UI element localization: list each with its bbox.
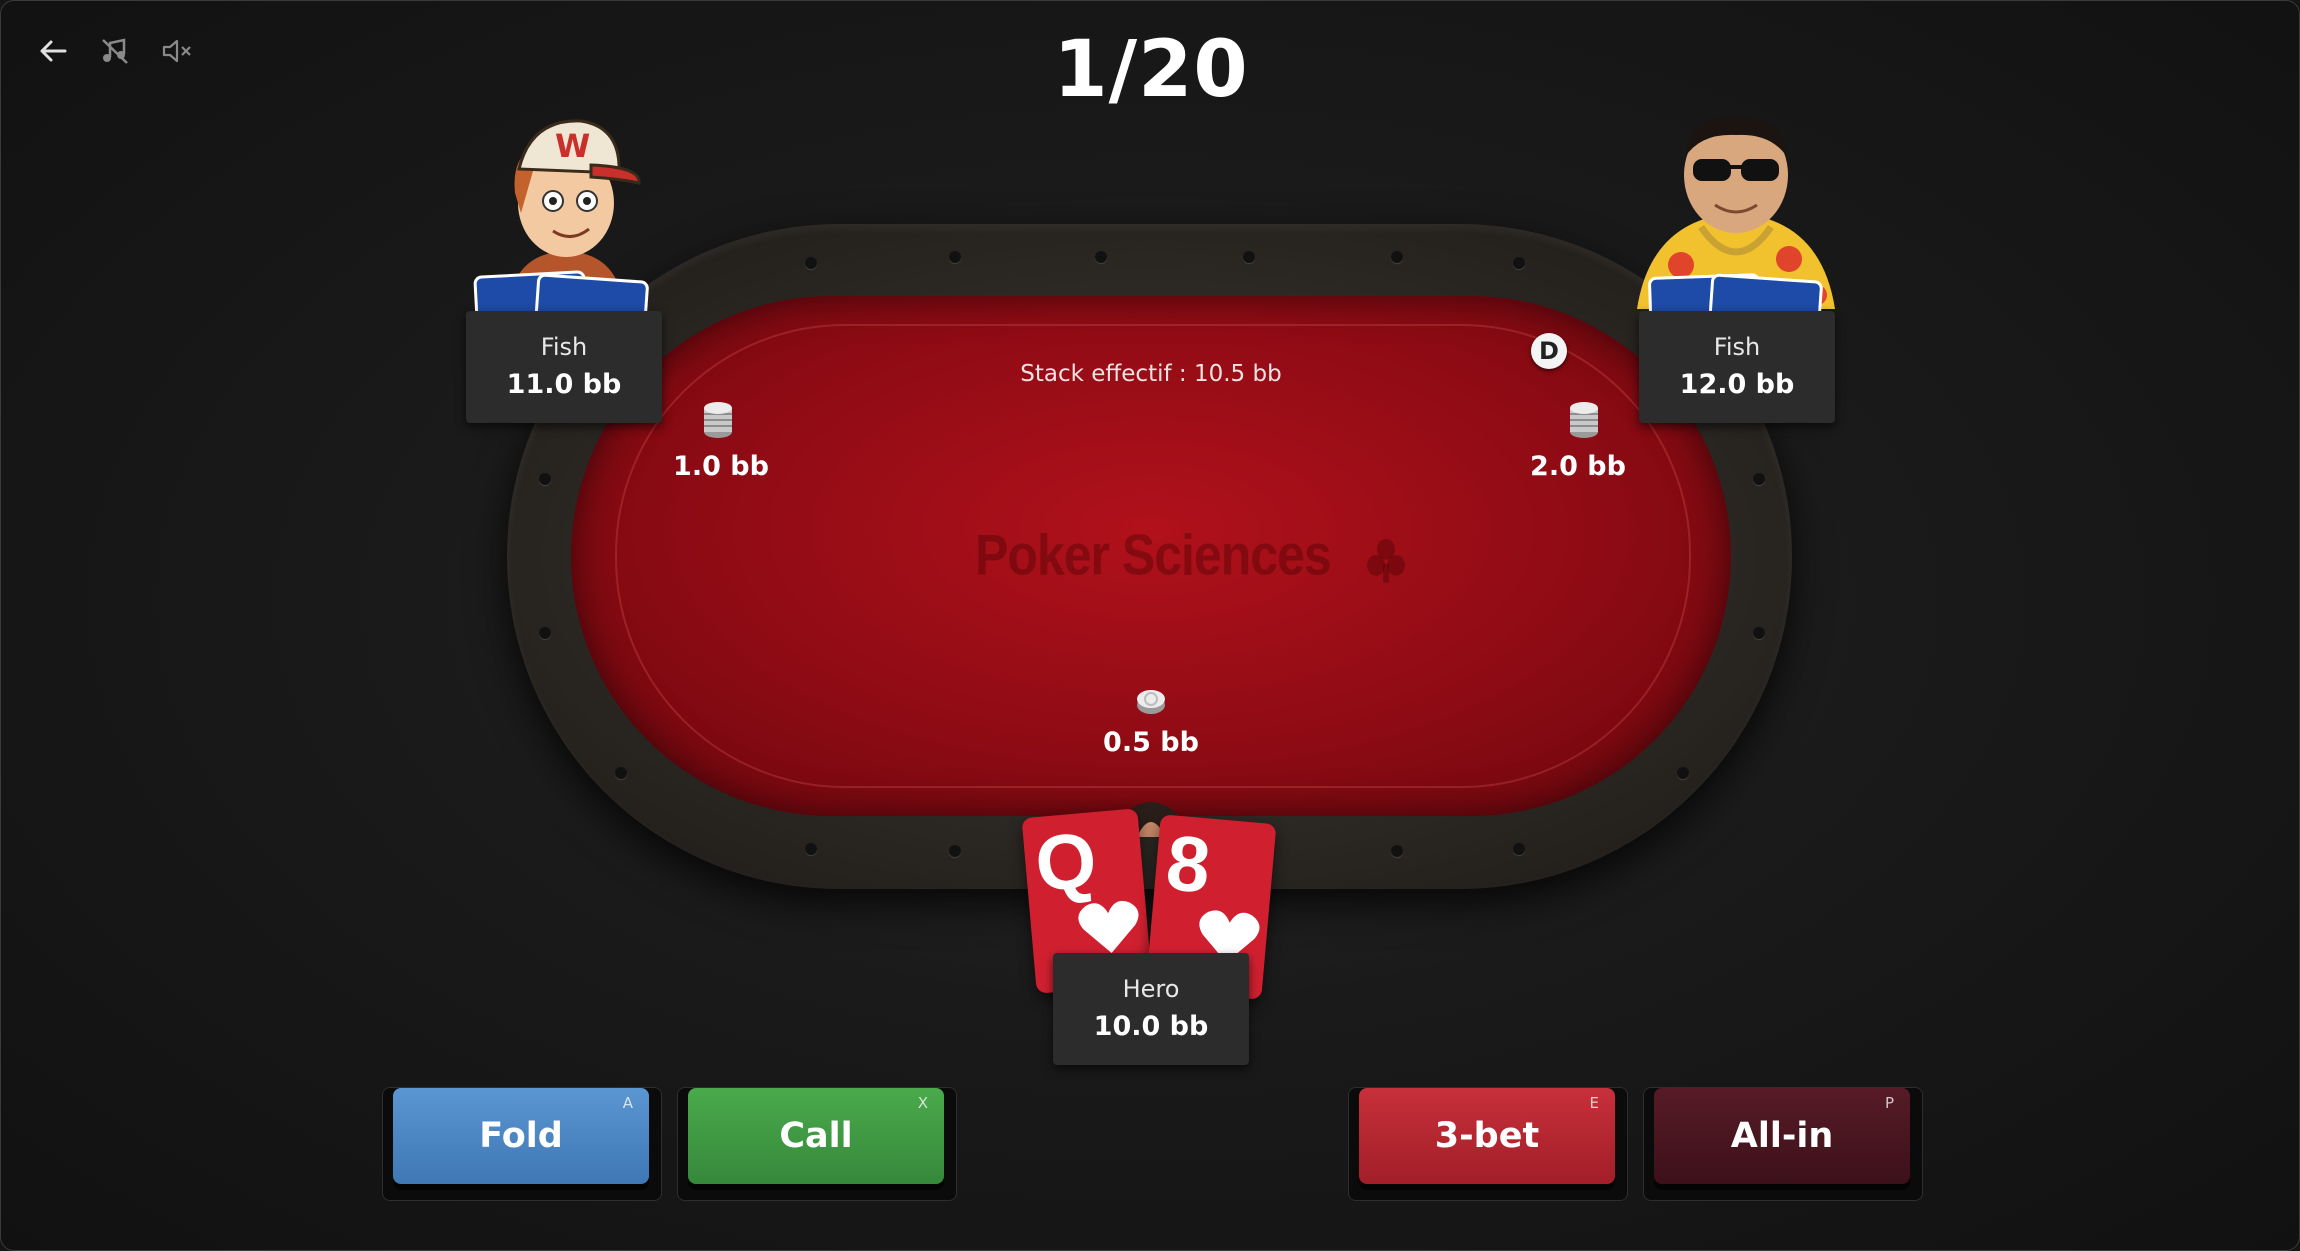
- rail-stud: [805, 843, 817, 855]
- player-stack: 12.0 bb: [1679, 369, 1795, 400]
- rail-stud: [949, 845, 961, 857]
- call-button[interactable]: Call X: [688, 1088, 944, 1184]
- left-player-plate: Fish 11.0 bb: [466, 311, 662, 423]
- svg-text:W: W: [555, 127, 590, 165]
- button-label: 3-bet: [1434, 1116, 1540, 1156]
- player-name: Fish: [1713, 333, 1761, 361]
- club-icon: [1366, 538, 1405, 583]
- fold-button[interactable]: Fold A: [393, 1088, 649, 1184]
- heart-suit-icon: [1078, 900, 1139, 954]
- rail-stud: [1753, 627, 1765, 639]
- rail-stud: [805, 257, 817, 269]
- hand-counter: 1/20: [1053, 25, 1249, 115]
- player-stack: 11.0 bb: [506, 369, 622, 400]
- rail-stud: [1753, 473, 1765, 485]
- effective-stack-text: Stack effectif : 10.5 bb: [1020, 361, 1282, 387]
- button-label: Call: [779, 1116, 853, 1156]
- button-label: Fold: [479, 1116, 563, 1156]
- chip-stack-icon: [704, 402, 732, 438]
- rail-stud: [1513, 257, 1525, 269]
- chip-stack-icon: [1570, 402, 1598, 438]
- three-bet-button-frame: 3-bet E: [1348, 1087, 1628, 1201]
- all-in-button-frame: All-in P: [1643, 1087, 1923, 1201]
- all-in-button[interactable]: All-in P: [1654, 1088, 1910, 1184]
- rail-stud: [539, 473, 551, 485]
- fold-button-frame: Fold A: [382, 1087, 662, 1201]
- card-rank: 8: [1162, 818, 1214, 910]
- rail-stud: [949, 251, 961, 263]
- dealer-button: D: [1531, 333, 1567, 369]
- three-bet-button[interactable]: 3-bet E: [1359, 1088, 1615, 1184]
- shortcut-key: P: [1884, 1094, 1894, 1112]
- shortcut-key: E: [1589, 1094, 1599, 1112]
- rail-stud: [1677, 767, 1689, 779]
- rail-stud: [1513, 843, 1525, 855]
- player-stack: 10.0 bb: [1093, 1011, 1209, 1042]
- right-player-plate: Fish 12.0 bb: [1639, 311, 1835, 423]
- rail-stud: [1391, 845, 1403, 857]
- watermark-text: Poker Sciences: [975, 522, 1332, 588]
- left-player-bet: 1.0 bb: [673, 451, 769, 482]
- fish-cap-avatar: W: [511, 119, 641, 293]
- watermark-logo: Poker Sciences: [975, 522, 1408, 589]
- hero-plate: Hero 10.0 bb: [1053, 953, 1249, 1065]
- rail-stud: [539, 627, 551, 639]
- rail-stud: [1243, 251, 1255, 263]
- button-label: All-in: [1730, 1116, 1834, 1156]
- player-name: Fish: [540, 333, 588, 361]
- player-name: Hero: [1122, 975, 1180, 1003]
- rail-stud: [1391, 251, 1403, 263]
- hero-bet: 0.5 bb: [1103, 727, 1199, 758]
- rail-stud: [1095, 251, 1107, 263]
- shortcut-key: X: [917, 1094, 928, 1112]
- shortcut-key: A: [622, 1094, 633, 1112]
- card-rank: Q: [1031, 815, 1100, 909]
- call-button-frame: Call X: [677, 1087, 957, 1201]
- chip-icon: [1137, 690, 1165, 714]
- game-window: 1/20 Poker Sciences Stack effectif : 10.…: [0, 0, 2300, 1251]
- rail-stud: [615, 767, 627, 779]
- right-player-bet: 2.0 bb: [1530, 451, 1626, 482]
